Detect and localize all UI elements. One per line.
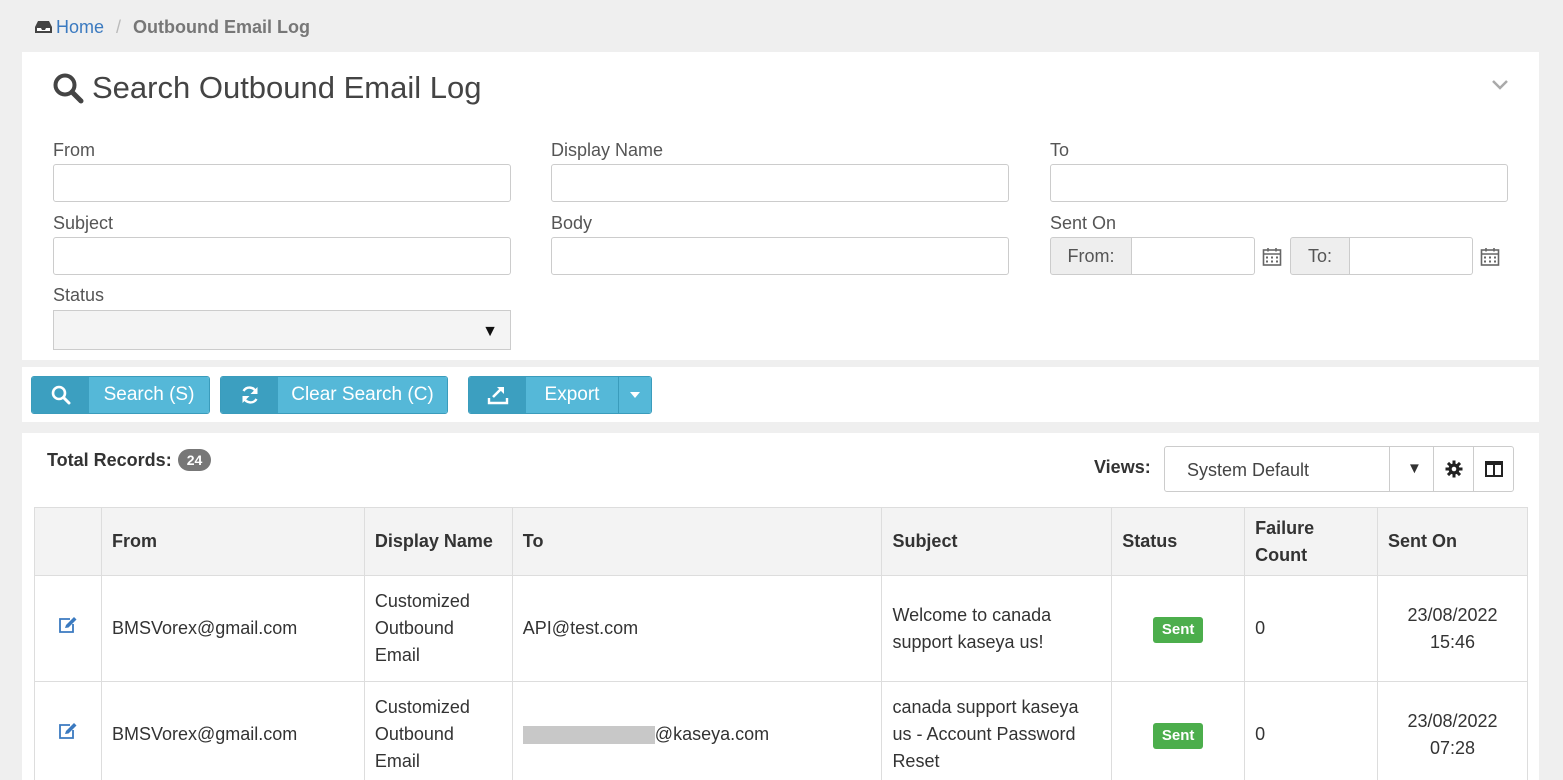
search-icon bbox=[51, 385, 70, 405]
sent-on-time: 07:28 bbox=[1429, 737, 1476, 758]
views-select[interactable]: System Default ▼ bbox=[1164, 446, 1434, 492]
results-panel: Total Records: 24 Views: System Default … bbox=[22, 433, 1539, 780]
cell-sent-on: 23/08/2022 15:46 bbox=[1377, 575, 1528, 682]
sent-on-from-addon: From: bbox=[1050, 237, 1132, 275]
columns-toggle-button[interactable] bbox=[1473, 446, 1514, 492]
sent-on-date: 23/08/2022 bbox=[1407, 710, 1498, 731]
export-icon bbox=[487, 387, 508, 405]
views-select-value: System Default bbox=[1187, 460, 1310, 480]
export-dropdown-toggle[interactable] bbox=[618, 377, 651, 413]
column-header-sent-on[interactable]: Sent On bbox=[1377, 507, 1528, 576]
export-button-label: Export bbox=[526, 377, 618, 413]
search-panel: Search Outbound Email Log From Display N… bbox=[22, 52, 1539, 360]
sent-on-time: 15:46 bbox=[1429, 631, 1476, 652]
views-label: Views: bbox=[1094, 457, 1151, 477]
search-button-label: Search (S) bbox=[89, 377, 209, 413]
gear-icon bbox=[1445, 460, 1462, 478]
search-icon bbox=[53, 73, 84, 104]
refresh-icon bbox=[241, 386, 258, 404]
cell-subject: canada support kaseya us - Account Passw… bbox=[881, 681, 1113, 780]
cell-to-text: @kaseya.com bbox=[654, 724, 770, 744]
clear-button-icon-area bbox=[221, 377, 278, 413]
total-records: Total Records: 24 bbox=[47, 449, 212, 471]
cell-display-name: Customized Outbound Email bbox=[363, 575, 513, 682]
column-header-failure-count[interactable]: Failure Count bbox=[1244, 507, 1379, 576]
caret-down-icon: ▼ bbox=[1407, 460, 1422, 477]
edit-icon[interactable] bbox=[58, 722, 78, 740]
total-records-badge: 24 bbox=[177, 449, 212, 471]
chevron-down-icon[interactable] bbox=[1491, 78, 1509, 92]
status-label: Status bbox=[53, 285, 105, 305]
column-header-to[interactable]: To bbox=[511, 507, 883, 576]
row-actions-cell bbox=[34, 681, 102, 780]
column-header-subject[interactable]: Subject bbox=[881, 507, 1113, 576]
cell-display-name: Customized Outbound Email bbox=[363, 681, 513, 780]
clear-search-button[interactable]: Clear Search (C) bbox=[220, 376, 448, 414]
from-input[interactable] bbox=[53, 164, 511, 202]
table-row: BMSVorex@gmail.com Customized Outbound E… bbox=[34, 681, 1528, 780]
export-button-icon-area bbox=[469, 377, 526, 413]
breadcrumb-home-link[interactable]: Home bbox=[56, 17, 104, 38]
inbox-icon bbox=[35, 21, 52, 33]
sent-on-date: 23/08/2022 bbox=[1407, 604, 1498, 625]
cell-from: BMSVorex@gmail.com bbox=[100, 575, 365, 682]
column-header-status[interactable]: Status bbox=[1111, 507, 1246, 576]
redacted-text bbox=[522, 726, 655, 745]
search-panel-title: Search Outbound Email Log bbox=[52, 70, 481, 106]
sent-on-to-input[interactable] bbox=[1350, 237, 1473, 275]
status-select[interactable]: ▼ bbox=[53, 310, 511, 350]
row-actions-cell bbox=[34, 575, 102, 682]
view-settings-button[interactable] bbox=[1433, 446, 1474, 492]
export-button[interactable]: Export bbox=[468, 376, 652, 414]
calendar-icon[interactable] bbox=[1262, 247, 1282, 267]
columns-icon bbox=[1484, 461, 1503, 477]
caret-down-icon bbox=[630, 392, 640, 398]
sent-on-to-addon: To: bbox=[1290, 237, 1350, 275]
cell-failure-count: 0 bbox=[1244, 575, 1379, 682]
calendar-icon[interactable] bbox=[1480, 247, 1500, 267]
total-records-label: Total Records: bbox=[47, 449, 172, 470]
cell-status: Sent bbox=[1111, 681, 1246, 780]
subject-input[interactable] bbox=[53, 237, 511, 275]
views-select-divider bbox=[1389, 447, 1390, 491]
cell-from: BMSVorex@gmail.com bbox=[100, 681, 365, 780]
breadcrumb-separator: / bbox=[116, 16, 122, 37]
search-button-icon-area bbox=[32, 377, 89, 413]
edit-icon[interactable] bbox=[58, 616, 78, 634]
from-label: From bbox=[53, 140, 95, 160]
cell-status: Sent bbox=[1111, 575, 1246, 682]
to-input[interactable] bbox=[1050, 164, 1508, 202]
clear-search-button-label: Clear Search (C) bbox=[278, 377, 447, 413]
to-label: To bbox=[1050, 140, 1070, 160]
body-input[interactable] bbox=[551, 237, 1009, 275]
table-row: BMSVorex@gmail.com Customized Outbound E… bbox=[34, 575, 1528, 682]
display-name-input[interactable] bbox=[551, 164, 1009, 202]
caret-down-icon: ▼ bbox=[482, 323, 498, 340]
status-badge: Sent bbox=[1152, 616, 1204, 643]
subject-label: Subject bbox=[53, 213, 114, 233]
search-title-text: Search Outbound Email Log bbox=[92, 70, 482, 105]
cell-sent-on: 23/08/2022 07:28 bbox=[1377, 681, 1528, 780]
breadcrumb-current: Outbound Email Log bbox=[133, 16, 311, 37]
column-header-display-name[interactable]: Display Name bbox=[363, 507, 513, 576]
display-name-label: Display Name bbox=[551, 140, 664, 160]
sent-on-from-input[interactable] bbox=[1132, 237, 1255, 275]
body-label: Body bbox=[551, 213, 593, 233]
column-header-actions bbox=[34, 507, 102, 576]
cell-failure-count: 0 bbox=[1244, 681, 1379, 780]
search-button[interactable]: Search (S) bbox=[31, 376, 210, 414]
cell-to: @kaseya.com bbox=[511, 681, 883, 780]
column-header-from[interactable]: From bbox=[100, 507, 365, 576]
status-badge: Sent bbox=[1152, 722, 1204, 749]
breadcrumb: Home / Outbound Email Log bbox=[35, 14, 310, 40]
toolbar-panel: Search (S) Clear Search (C) Export bbox=[22, 367, 1539, 422]
cell-subject: Welcome to canada support kaseya us! bbox=[881, 575, 1113, 682]
table-header-row: From Display Name To Subject Status Fail… bbox=[34, 507, 1528, 576]
email-log-table: From Display Name To Subject Status Fail… bbox=[34, 507, 1528, 780]
sent-on-label: Sent On bbox=[1050, 213, 1117, 233]
cell-to: API@test.com bbox=[511, 575, 883, 682]
